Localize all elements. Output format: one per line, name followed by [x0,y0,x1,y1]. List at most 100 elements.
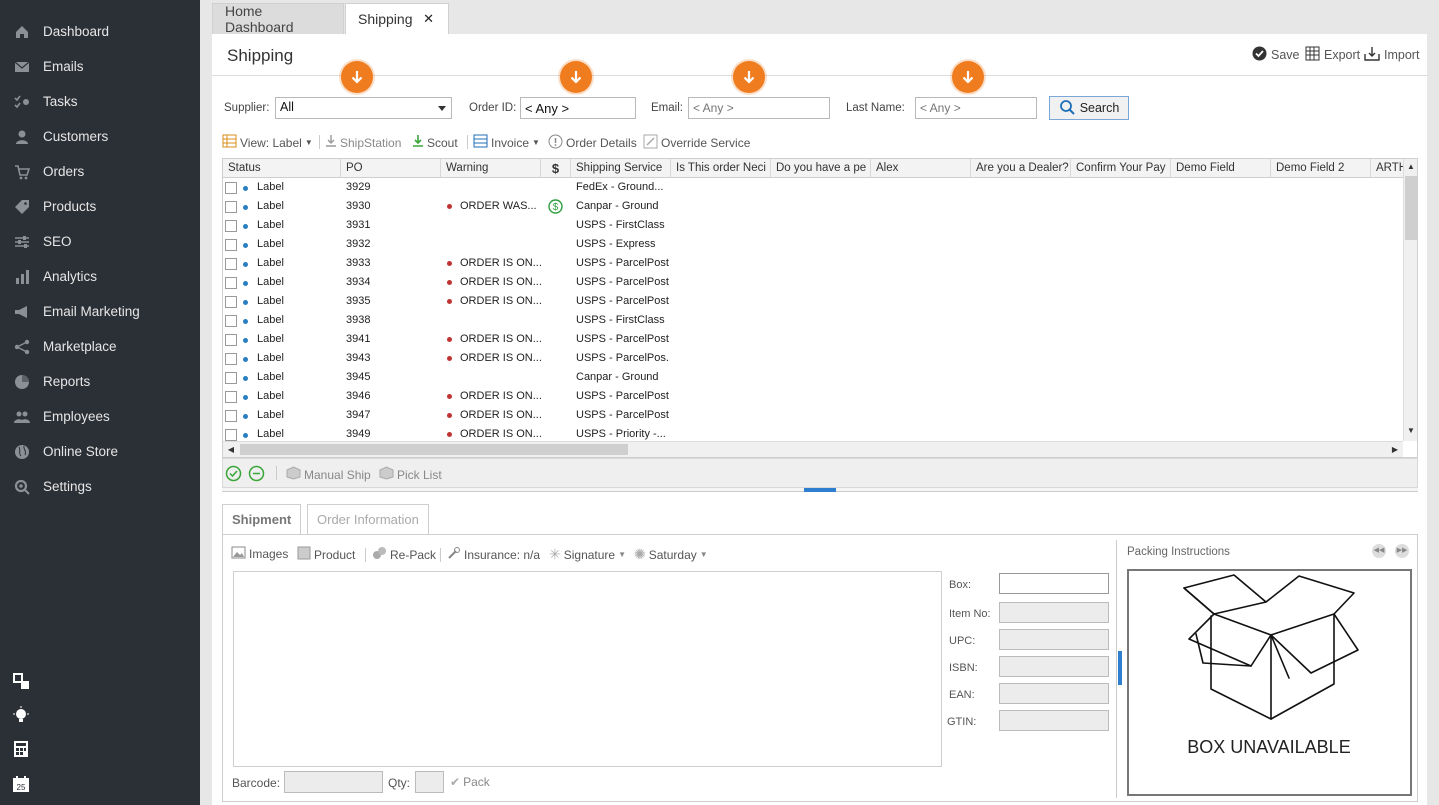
table-row[interactable]: Label 3947 ORDER IS ON... USPS - ParcelPost [223,406,1403,425]
row-checkbox[interactable] [225,353,237,365]
ean-input[interactable] [999,683,1109,704]
images-button[interactable]: Images [231,546,288,562]
column-header[interactable]: Warning [441,159,541,178]
column-header[interactable]: Shipping Service [571,159,671,178]
table-row[interactable]: Label 3931 USPS - FirstClass [223,216,1403,235]
item-no-input[interactable] [999,602,1109,623]
scroll-up-icon[interactable]: ▲ [1404,159,1417,175]
tab-order-information[interactable]: Order Information [307,504,429,535]
splitter-handle[interactable] [804,488,836,492]
sidebar-item-analytics[interactable]: Analytics [0,259,200,294]
invoice-dropdown[interactable]: Invoice ▼ [473,134,540,151]
column-header[interactable]: PO [341,159,441,178]
pack-button[interactable]: ✔ Pack [450,775,490,789]
table-row[interactable]: Label 3929 FedEx - Ground... [223,178,1403,197]
sidebar-item-emails[interactable]: Emails [0,49,200,84]
row-checkbox[interactable] [225,372,237,384]
column-header[interactable]: $ [541,159,571,178]
signature-dropdown[interactable]: ✳ Signature ▼ [549,546,626,563]
barcode-input[interactable] [284,771,383,793]
product-button[interactable]: Product [297,546,355,563]
sidebar-item-products[interactable]: Products [0,189,200,224]
approve-icon[interactable] [225,465,242,485]
column-header[interactable]: Do you have a pe [771,159,871,178]
sidebar-item-seo[interactable]: SEO [0,224,200,259]
sidebar-item-dashboard[interactable]: Dashboard [0,14,200,49]
override-service-button[interactable]: Override Service [643,134,750,152]
reject-icon[interactable] [248,465,265,485]
tab-shipping[interactable]: Shipping ✕ [345,3,449,34]
pick-list-button[interactable]: Pick List [379,466,442,483]
sidebar-item-orders[interactable]: Orders [0,154,200,189]
column-header[interactable]: Alex [871,159,971,178]
qty-input[interactable] [415,771,444,793]
email-input[interactable] [688,97,830,119]
lightbulb-icon[interactable] [12,706,30,724]
table-row[interactable]: Label 3933 ORDER IS ON... USPS - ParcelPost [223,254,1403,273]
column-header[interactable]: Confirm Your Pay [1071,159,1171,178]
row-checkbox[interactable] [225,315,237,327]
row-checkbox[interactable] [225,391,237,403]
calculator-icon[interactable] [12,740,30,758]
table-row[interactable]: Label 3938 USPS - FirstClass [223,311,1403,330]
vertical-scrollbar[interactable]: ▲ ▼ [1403,159,1417,441]
insurance-button[interactable]: Insurance: n/a [447,546,540,563]
close-icon[interactable]: ✕ [423,11,434,27]
tab-shipment[interactable]: Shipment [222,504,302,535]
saturday-dropdown[interactable]: ✺ Saturday ▼ [634,546,708,563]
table-row[interactable]: Label 3946 ORDER IS ON... USPS - ParcelPost [223,387,1403,406]
row-checkbox[interactable] [225,334,237,346]
row-checkbox[interactable] [225,277,237,289]
table-row[interactable]: Label 3945 Canpar - Ground [223,368,1403,387]
row-checkbox[interactable] [225,429,237,441]
table-row[interactable]: Label 3930 ORDER WAS... $ Canpar - Ground [223,197,1403,216]
next-icon[interactable]: ▶▶ [1395,544,1409,558]
manual-ship-button[interactable]: Manual Ship [286,466,371,483]
sidebar-item-email-marketing[interactable]: Email Marketing [0,294,200,329]
sidebar-item-employees[interactable]: Employees [0,399,200,434]
table-row[interactable]: Label 3934 ORDER IS ON... USPS - ParcelPost [223,273,1403,292]
row-checkbox[interactable] [225,220,237,232]
table-row[interactable]: Label 3943 ORDER IS ON... USPS - ParcelPos.… [223,349,1403,368]
scroll-left-icon[interactable]: ◀ [223,442,239,457]
save-button[interactable]: Save [1252,46,1300,64]
column-header[interactable]: Is This order Neci [671,159,771,178]
search-button[interactable]: Search [1049,96,1129,120]
scroll-right-icon[interactable]: ▶ [1387,442,1403,457]
vertical-scroll-thumb[interactable] [1405,176,1417,240]
column-header[interactable]: Demo Field 2 [1271,159,1371,178]
sidebar-item-tasks[interactable]: Tasks [0,84,200,119]
row-checkbox[interactable] [225,258,237,270]
shipment-contents[interactable] [233,571,942,767]
row-checkbox[interactable] [225,201,237,213]
export-button[interactable]: Export [1305,46,1360,64]
lastname-input[interactable] [915,97,1037,119]
gtin-input[interactable] [999,710,1109,731]
table-row[interactable]: Label 3932 USPS - Express [223,235,1403,254]
upc-input[interactable] [999,629,1109,650]
tab-home-dashboard[interactable]: Home Dashboard [212,3,344,35]
row-checkbox[interactable] [225,296,237,308]
row-checkbox[interactable] [225,239,237,251]
horizontal-scrollbar[interactable]: ◀ ▶ [223,441,1403,457]
table-row[interactable]: Label 3935 ORDER IS ON... USPS - ParcelPost [223,292,1403,311]
view-dropdown[interactable]: View: Label ▼ [222,134,313,151]
box-input[interactable] [999,573,1109,594]
order-id-input[interactable] [520,97,636,119]
windows-icon[interactable] [12,672,30,690]
sidebar-item-online-store[interactable]: Online Store [0,434,200,469]
column-header[interactable]: Status [223,159,341,178]
column-header[interactable]: Demo Field [1171,159,1271,178]
row-checkbox[interactable] [225,182,237,194]
column-header[interactable]: Are you a Dealer? [971,159,1071,178]
panel-splitter[interactable] [222,488,1418,492]
sidebar-item-reports[interactable]: Reports [0,364,200,399]
row-checkbox[interactable] [225,410,237,422]
scout-button[interactable]: Scout [412,134,458,151]
sidebar-item-settings[interactable]: Settings [0,469,200,504]
calendar-icon[interactable]: 25 [12,775,30,793]
table-row[interactable]: Label 3941 ORDER IS ON... USPS - ParcelPost [223,330,1403,349]
collapse-handle[interactable] [1118,651,1122,685]
shipstation-button[interactable]: ShipStation [325,134,401,151]
repack-button[interactable]: Re-Pack [372,546,436,563]
